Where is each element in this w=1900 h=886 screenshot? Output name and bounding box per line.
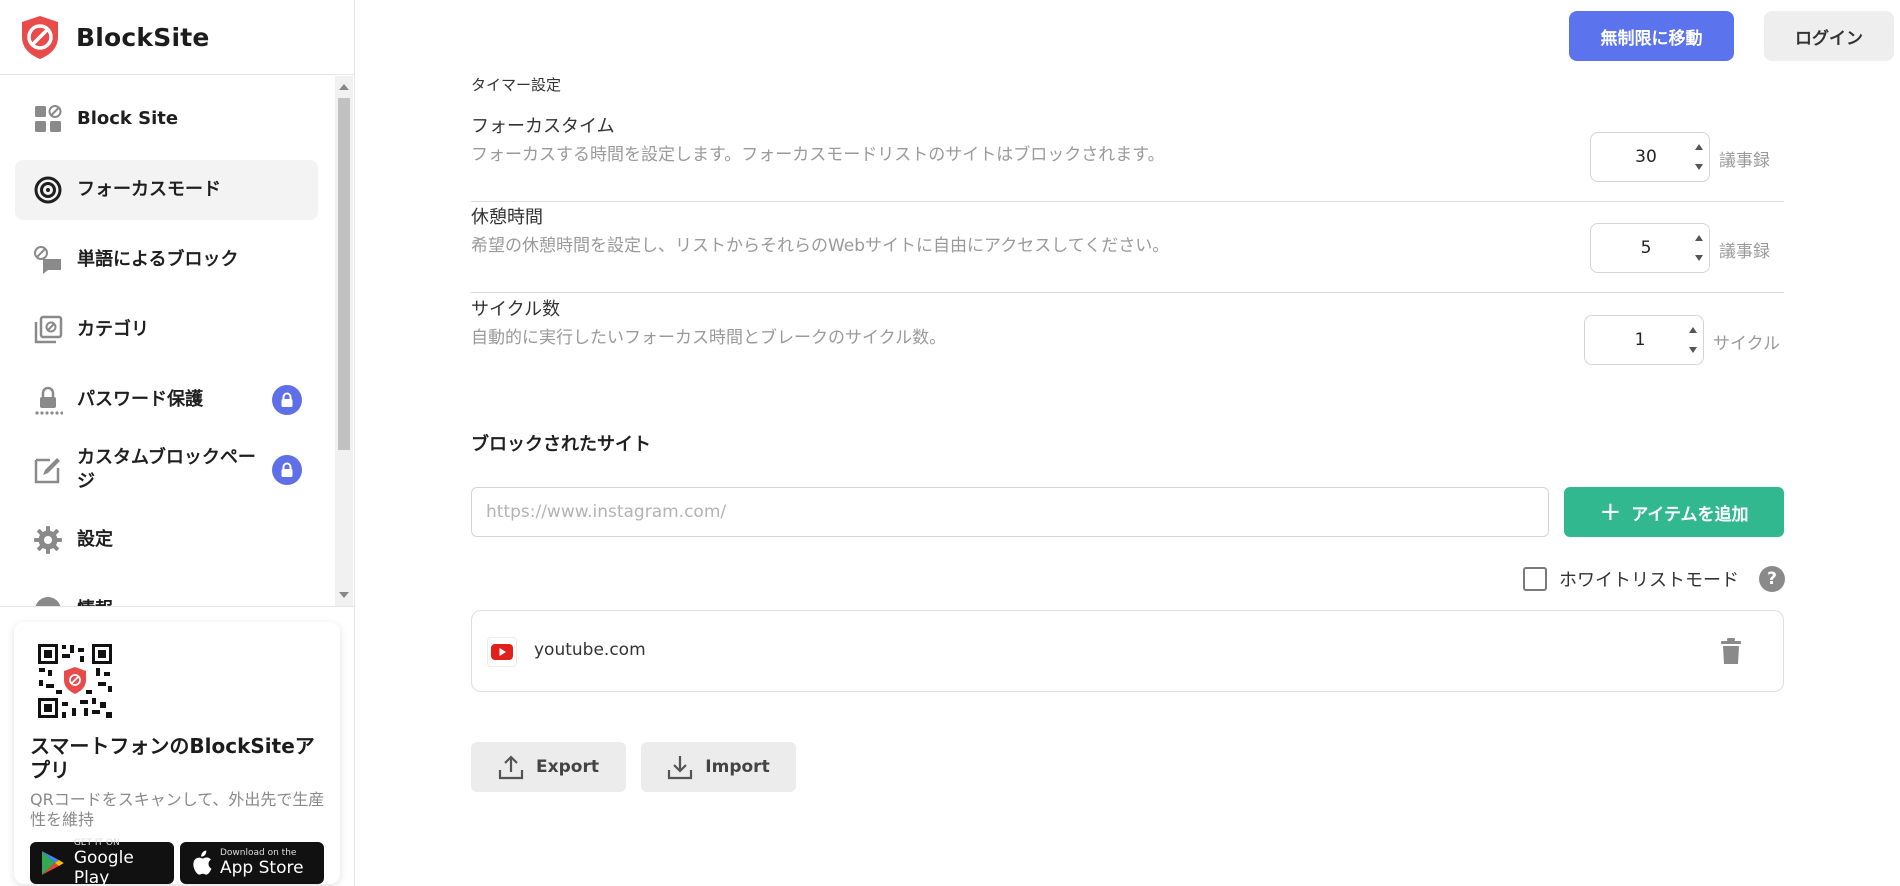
scroll-thumb[interactable]	[338, 98, 350, 450]
brand-name: BlockSite	[76, 22, 210, 52]
google-play-button[interactable]: GET IT ON Google Play	[30, 838, 174, 886]
app-store-label: App Store	[220, 858, 304, 878]
stepper-up-icon[interactable]	[1695, 235, 1703, 241]
break-time-stepper[interactable]: 5	[1590, 223, 1710, 273]
break-time-value[interactable]: 5	[1591, 224, 1701, 272]
youtube-icon	[487, 637, 517, 667]
mobile-app-promo: スマートフォンのBlockSiteアプリ QRコードをスキャンして、外出先で生産…	[14, 622, 340, 886]
brand-header: BlockSite	[0, 0, 355, 75]
setting-description: 自動的に実行したいフォーカス時間とブレークのサイクル数。	[471, 328, 947, 348]
sidebar-item-label: カテゴリ	[77, 319, 149, 340]
apple-icon	[193, 850, 212, 875]
whitelist-label: ホワイトリストモード	[1559, 570, 1739, 591]
premium-lock-icon	[272, 455, 302, 485]
sidebar-item-settings[interactable]: 設定	[15, 510, 318, 570]
sidebar-item-label: 情報	[77, 598, 113, 606]
timer-settings-heading: タイマー設定	[471, 76, 562, 94]
stepper-down-icon[interactable]	[1695, 164, 1703, 170]
focus-time-row: フォーカスタイム フォーカスする時間を設定します。フォーカスモードリストのサイト…	[471, 112, 1784, 202]
setting-title: サイクル数	[471, 299, 561, 320]
google-play-small-label: GET IT ON	[73, 838, 120, 848]
add-item-label: アイテムを追加	[1631, 504, 1749, 525]
divider	[0, 606, 355, 607]
sidebar-item-label: 単語によるブロック	[77, 249, 239, 270]
promo-title: スマートフォンのBlockSiteアプリ	[30, 734, 315, 782]
sidebar-item-label: パスワード保護	[77, 389, 203, 410]
promo-description: QRコードをスキャンして、外出先で生産性を維持	[30, 790, 325, 829]
word-block-icon	[33, 245, 63, 275]
focus-time-value[interactable]: 30	[1591, 133, 1701, 181]
whitelist-checkbox[interactable]	[1523, 567, 1547, 591]
whitelist-mode-toggle: ホワイトリストモード ?	[1523, 565, 1785, 593]
login-button[interactable]: ログイン	[1764, 11, 1894, 61]
google-play-icon	[41, 851, 64, 875]
sidebar-item-block-site[interactable]: Block Site	[15, 89, 318, 149]
block-grid-icon	[33, 104, 63, 134]
focus-time-stepper[interactable]: 30	[1590, 132, 1710, 182]
stepper-down-icon[interactable]	[1689, 347, 1697, 353]
sidebar-item-word-block[interactable]: 単語によるブロック	[15, 230, 318, 290]
gear-icon	[33, 525, 63, 555]
blocked-site-name: youtube.com	[534, 640, 646, 660]
sidebar-item-focus-mode[interactable]: フォーカスモード	[15, 160, 318, 220]
stepper-down-icon[interactable]	[1695, 255, 1703, 261]
plus-icon: +	[1599, 497, 1622, 527]
site-url-input[interactable]	[471, 487, 1549, 537]
import-label: Import	[705, 757, 770, 777]
sidebar-item-custom-block-page[interactable]: カスタムブロックページ	[15, 440, 318, 500]
cycles-stepper[interactable]: 1	[1584, 315, 1704, 365]
setting-description: フォーカスする時間を設定します。フォーカスモードリストのサイトはブロックされます…	[471, 145, 1165, 165]
import-button[interactable]: Import	[641, 742, 796, 792]
sidebar-item-label: Block Site	[77, 108, 179, 129]
export-label: Export	[536, 757, 599, 777]
sidebar-scrollbar[interactable]	[335, 76, 353, 606]
app-store-small-label: Download on the	[220, 848, 297, 858]
qr-code-icon	[36, 642, 114, 720]
stepper-up-icon[interactable]	[1695, 144, 1703, 150]
break-time-unit: 議事録	[1719, 242, 1770, 262]
blocked-site-item: youtube.com	[471, 610, 1784, 692]
sidebar-item-label: カスタムブロックページ	[77, 447, 256, 492]
sidebar-item-category[interactable]: カテゴリ	[15, 300, 318, 360]
focus-time-unit: 議事録	[1719, 151, 1770, 171]
blocked-sites-heading: ブロックされたサイト	[471, 434, 651, 455]
sidebar: BlockSite Block Site フォーカスモード 単語によるブロック …	[0, 0, 355, 886]
go-unlimited-button[interactable]: 無制限に移動	[1569, 11, 1734, 61]
sidebar-nav: Block Site フォーカスモード 単語によるブロック カテゴリ パスワード…	[0, 76, 355, 606]
sidebar-item-label: フォーカスモード	[77, 179, 221, 200]
category-icon	[33, 315, 63, 345]
trash-icon[interactable]	[1719, 637, 1743, 665]
cycles-unit: サイクル	[1713, 334, 1781, 354]
google-play-label: Google Play	[73, 848, 134, 886]
target-icon	[33, 175, 63, 205]
download-icon	[668, 756, 693, 780]
help-icon[interactable]: ?	[1759, 566, 1785, 592]
blocksite-logo-icon[interactable]	[16, 13, 64, 61]
premium-lock-icon	[272, 385, 302, 415]
scroll-down-arrow-icon[interactable]	[339, 592, 349, 598]
sidebar-item-info[interactable]: 情報	[15, 580, 318, 606]
stepper-up-icon[interactable]	[1689, 327, 1697, 333]
setting-title: フォーカスタイム	[471, 116, 615, 137]
upload-icon	[498, 755, 524, 780]
cycles-value[interactable]: 1	[1585, 316, 1695, 364]
info-icon	[33, 595, 63, 606]
scroll-up-arrow-icon[interactable]	[339, 84, 349, 90]
custom-page-icon	[33, 455, 63, 485]
cycles-row: サイクル数 自動的に実行したいフォーカス時間とブレークのサイクル数。 1 サイク…	[471, 295, 1784, 385]
add-item-button[interactable]: + アイテムを追加	[1564, 487, 1784, 537]
setting-description: 希望の休憩時間を設定し、リストからそれらのWebサイトに自由にアクセスしてくださ…	[471, 236, 1170, 256]
sidebar-item-password[interactable]: パスワード保護	[15, 370, 318, 430]
setting-title: 休憩時間	[471, 207, 543, 228]
export-button[interactable]: Export	[471, 742, 626, 792]
sidebar-item-label: 設定	[77, 529, 113, 550]
break-time-row: 休憩時間 希望の休憩時間を設定し、リストからそれらのWebサイトに自由にアクセス…	[471, 203, 1784, 293]
app-store-button[interactable]: Download on the App Store	[180, 842, 324, 884]
password-lock-icon	[33, 385, 63, 415]
